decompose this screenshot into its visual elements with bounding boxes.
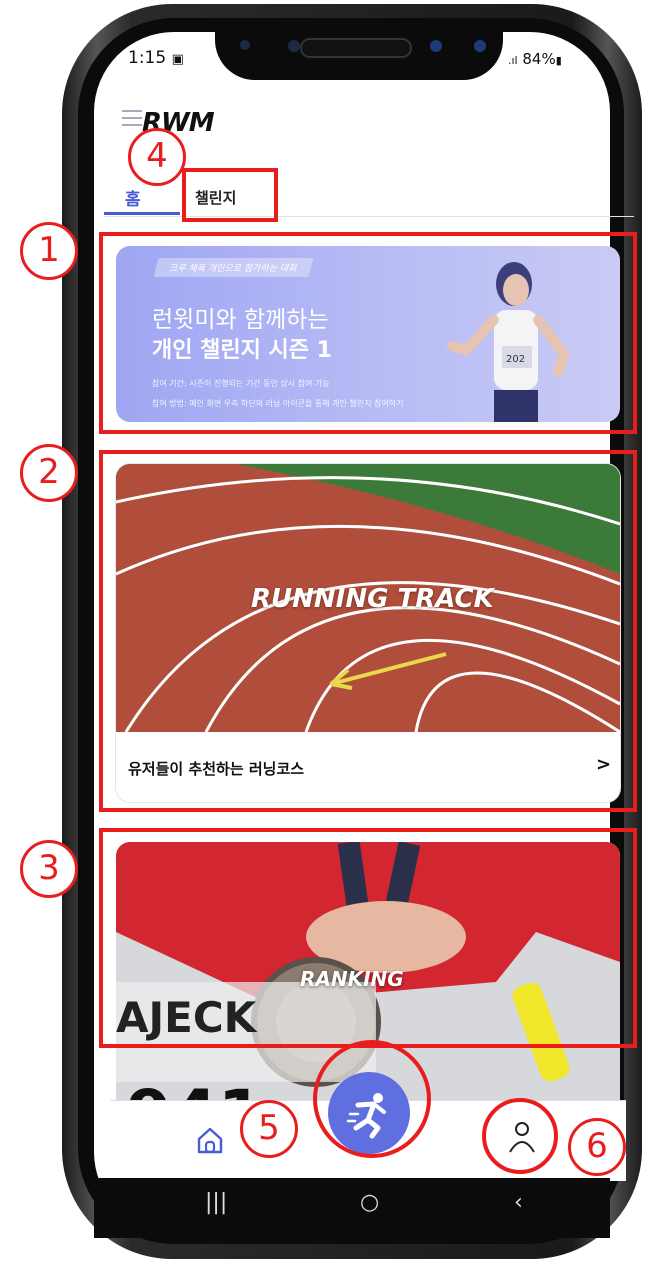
highlight-box-4 xyxy=(182,168,278,222)
highlight-box-2 xyxy=(99,450,637,812)
front-camera xyxy=(474,40,486,52)
recent-apps-button[interactable]: ||| xyxy=(205,1190,227,1215)
annotation-number: 3 xyxy=(20,840,78,898)
annotation-number: 1 xyxy=(20,222,78,280)
highlight-box-3 xyxy=(99,828,637,1048)
status-time: 1:15 ▣ xyxy=(128,48,184,68)
annotation-number: 4 xyxy=(128,128,186,186)
front-camera xyxy=(430,40,442,52)
status-battery: .ıl 84%▮ xyxy=(508,50,562,68)
home-icon[interactable] xyxy=(195,1125,225,1155)
annotation-number: 6 xyxy=(568,1118,626,1176)
tab-active-indicator xyxy=(104,212,180,215)
annotation-number: 2 xyxy=(20,444,78,502)
sensor-dot xyxy=(240,40,250,50)
highlight-circle-5 xyxy=(313,1040,431,1158)
highlight-box-1 xyxy=(99,232,637,434)
sensor-dot xyxy=(288,40,300,52)
speaker-grille xyxy=(300,38,412,58)
menu-icon[interactable] xyxy=(122,110,142,130)
highlight-circle-6 xyxy=(482,1098,558,1174)
system-nav-bar xyxy=(94,1178,610,1238)
annotation-number: 5 xyxy=(240,1100,298,1158)
system-back-button[interactable]: ‹ xyxy=(514,1190,523,1215)
tab-home[interactable]: 홈 xyxy=(125,185,141,210)
system-home-button[interactable]: ○ xyxy=(360,1190,379,1215)
